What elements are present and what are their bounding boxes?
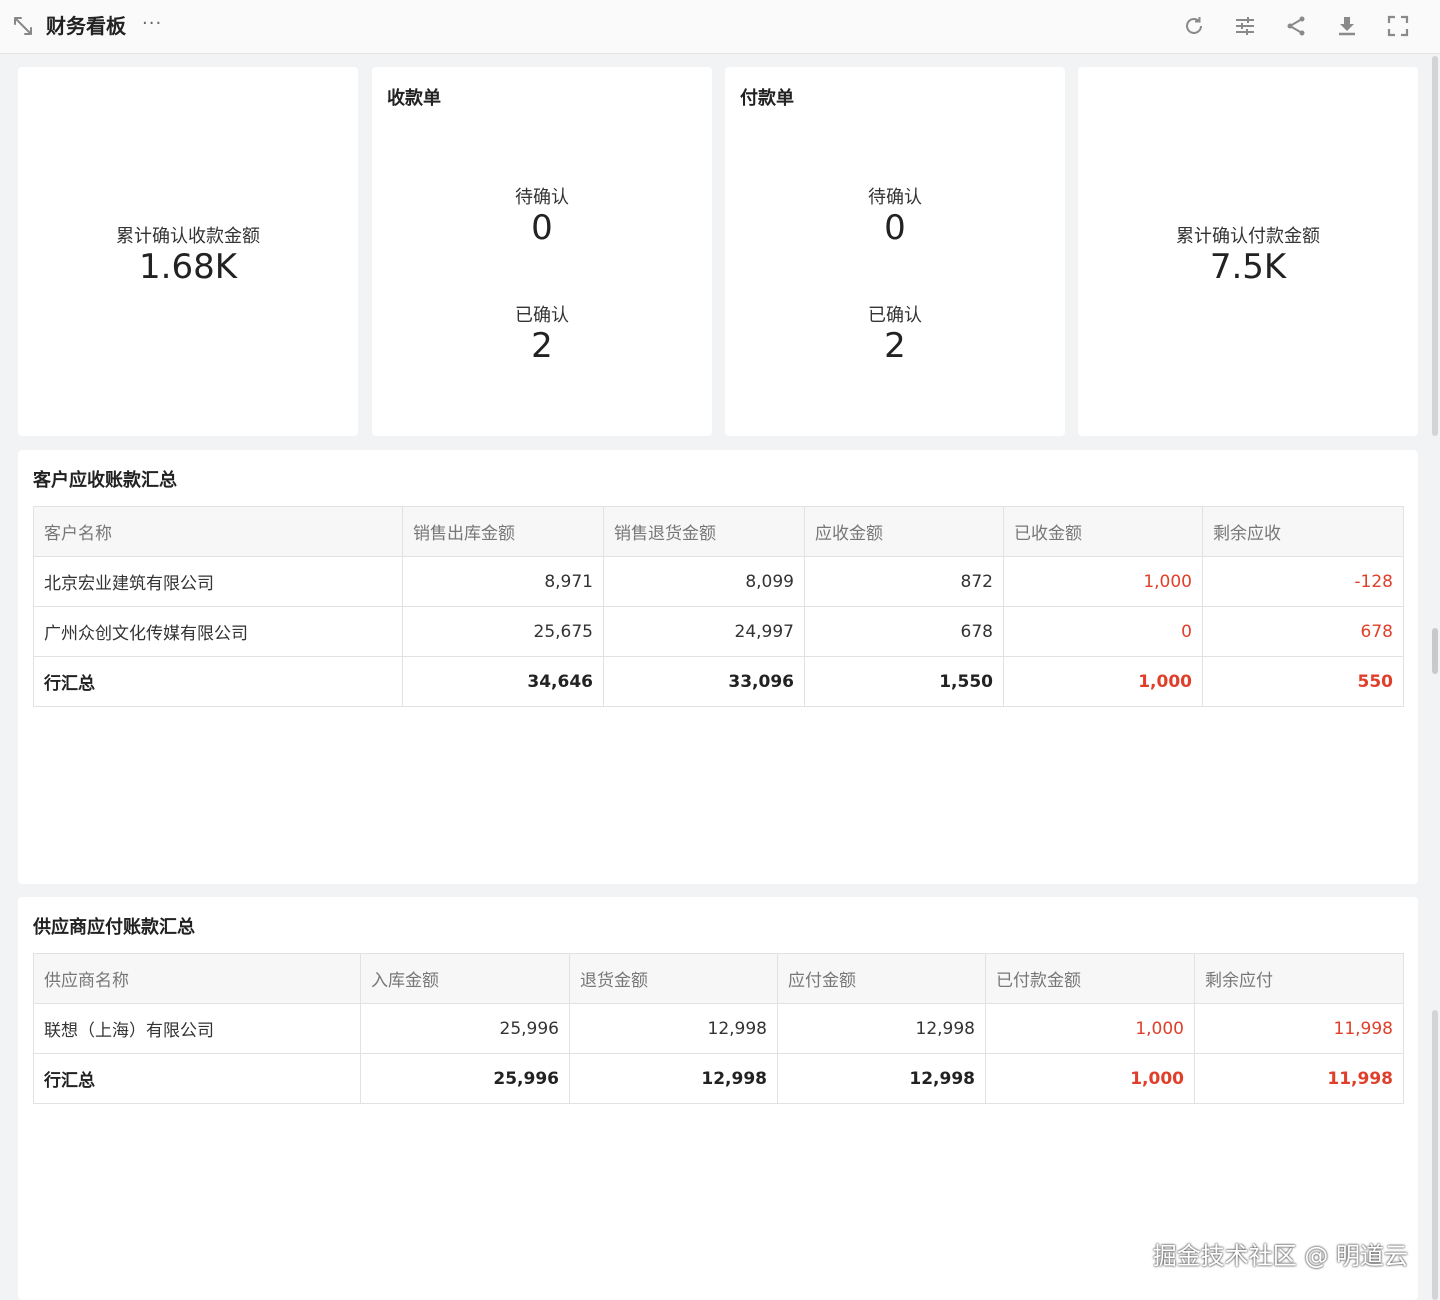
column-header[interactable]: 已付款金额 <box>985 953 1195 1004</box>
page-title: 财务看板 <box>46 14 126 38</box>
total-received-card: 累计确认收款金额 1.68K <box>18 67 358 436</box>
payments-pending-value: 0 <box>884 208 906 248</box>
scrollbar-thumb[interactable] <box>1432 56 1438 436</box>
more-options-icon[interactable]: ··· <box>142 12 162 36</box>
table-total-row: 行汇总 34,646 33,096 1,550 1,000 550 <box>33 656 1404 707</box>
table-cell: 1,000 <box>985 1053 1195 1104</box>
receipts-confirmed-label: 已确认 <box>515 305 569 326</box>
receivables-title: 客户应收账款汇总 <box>33 470 177 491</box>
table-cell: 0 <box>1003 606 1203 657</box>
collapse-arrows-icon[interactable] <box>12 15 34 37</box>
column-header[interactable]: 应收金额 <box>804 506 1004 557</box>
total-received-value: 1.68K <box>139 247 237 287</box>
table-cell: 25,996 <box>360 1003 570 1054</box>
column-header[interactable]: 剩余应收 <box>1202 506 1404 557</box>
table-cell: 12,998 <box>777 1003 986 1054</box>
table-cell: 872 <box>804 556 1004 607</box>
table-cell: 11,998 <box>1194 1053 1404 1104</box>
refresh-icon[interactable] <box>1182 14 1206 38</box>
column-header[interactable]: 退货金额 <box>569 953 778 1004</box>
payments-title: 付款单 <box>740 88 794 109</box>
table-cell: 联想（上海）有限公司 <box>33 1003 361 1054</box>
total-paid-label: 累计确认付款金额 <box>1176 226 1320 247</box>
payments-pending-label: 待确认 <box>868 187 922 208</box>
column-header[interactable]: 入库金额 <box>360 953 570 1004</box>
column-header[interactable]: 销售退货金额 <box>603 506 805 557</box>
table-cell: 25,675 <box>402 606 604 657</box>
table-cell: 24,997 <box>603 606 805 657</box>
share-icon[interactable] <box>1284 14 1308 38</box>
table-cell: 8,971 <box>402 556 604 607</box>
table-cell: 12,998 <box>569 1003 778 1054</box>
scrollbar-thumb-lower[interactable] <box>1432 1010 1438 1300</box>
table-cell: 北京宏业建筑有限公司 <box>33 556 403 607</box>
payments-confirmed-label: 已确认 <box>868 305 922 326</box>
table-header-row: 客户名称 销售出库金额 销售退货金额 应收金额 已收金额 剩余应收 <box>33 506 1404 557</box>
receipts-pending-label: 待确认 <box>515 187 569 208</box>
table-cell: 550 <box>1202 656 1404 707</box>
fullscreen-icon[interactable] <box>1386 14 1410 38</box>
table-cell: 1,000 <box>1003 656 1203 707</box>
column-header[interactable]: 已收金额 <box>1003 506 1203 557</box>
table-cell: 678 <box>1202 606 1404 657</box>
watermark: 掘金技术社区 @ 明道云 <box>1152 1242 1408 1270</box>
table-row[interactable]: 广州众创文化传媒有限公司 25,675 24,997 678 0 678 <box>33 606 1404 657</box>
table-header-row: 供应商名称 入库金额 退货金额 应付金额 已付款金额 剩余应付 <box>33 953 1404 1004</box>
table-cell: 34,646 <box>402 656 604 707</box>
total-paid-card: 累计确认付款金额 7.5K <box>1078 67 1418 436</box>
table-cell: 25,996 <box>360 1053 570 1104</box>
table-cell: 广州众创文化传媒有限公司 <box>33 606 403 657</box>
table-cell: -128 <box>1202 556 1404 607</box>
payables-table: 供应商名称 入库金额 退货金额 应付金额 已付款金额 剩余应付 联想（上海）有限… <box>33 953 1404 1104</box>
payments-card: 付款单 待确认 0 已确认 2 <box>725 67 1065 436</box>
payments-confirmed-value: 2 <box>884 326 906 366</box>
table-cell: 1,550 <box>804 656 1004 707</box>
column-header[interactable]: 剩余应付 <box>1194 953 1404 1004</box>
dashboard-header: 财务看板 ··· <box>0 0 1440 54</box>
receipts-title: 收款单 <box>387 88 441 109</box>
table-cell: 11,998 <box>1194 1003 1404 1054</box>
table-cell: 33,096 <box>603 656 805 707</box>
table-cell: 8,099 <box>603 556 805 607</box>
table-cell: 1,000 <box>985 1003 1195 1054</box>
table-cell: 12,998 <box>569 1053 778 1104</box>
table-cell: 行汇总 <box>33 656 403 707</box>
column-header[interactable]: 客户名称 <box>33 506 403 557</box>
receipts-card: 收款单 待确认 0 已确认 2 <box>372 67 712 436</box>
payables-title: 供应商应付账款汇总 <box>33 917 195 938</box>
table-cell: 1,000 <box>1003 556 1203 607</box>
table-cell: 12,998 <box>777 1053 986 1104</box>
receivables-section: 客户应收账款汇总 客户名称 销售出库金额 销售退货金额 应收金额 已收金额 剩余… <box>18 450 1418 884</box>
table-total-row: 行汇总 25,996 12,998 12,998 1,000 11,998 <box>33 1053 1404 1104</box>
column-header[interactable]: 应付金额 <box>777 953 986 1004</box>
receipts-pending-value: 0 <box>531 208 553 248</box>
table-row[interactable]: 北京宏业建筑有限公司 8,971 8,099 872 1,000 -128 <box>33 556 1404 607</box>
table-cell: 行汇总 <box>33 1053 361 1104</box>
total-received-label: 累计确认收款金额 <box>116 226 260 247</box>
receipts-confirmed-value: 2 <box>531 326 553 366</box>
receivables-table: 客户名称 销售出库金额 销售退货金额 应收金额 已收金额 剩余应收 北京宏业建筑… <box>33 506 1404 707</box>
download-icon[interactable] <box>1335 14 1359 38</box>
filter-sliders-icon[interactable] <box>1233 14 1257 38</box>
table-cell: 678 <box>804 606 1004 657</box>
column-header[interactable]: 供应商名称 <box>33 953 361 1004</box>
table-row[interactable]: 联想（上海）有限公司 25,996 12,998 12,998 1,000 11… <box>33 1003 1404 1054</box>
scrollbar-thumb-secondary[interactable] <box>1432 628 1438 674</box>
column-header[interactable]: 销售出库金额 <box>402 506 604 557</box>
total-paid-value: 7.5K <box>1209 247 1287 287</box>
